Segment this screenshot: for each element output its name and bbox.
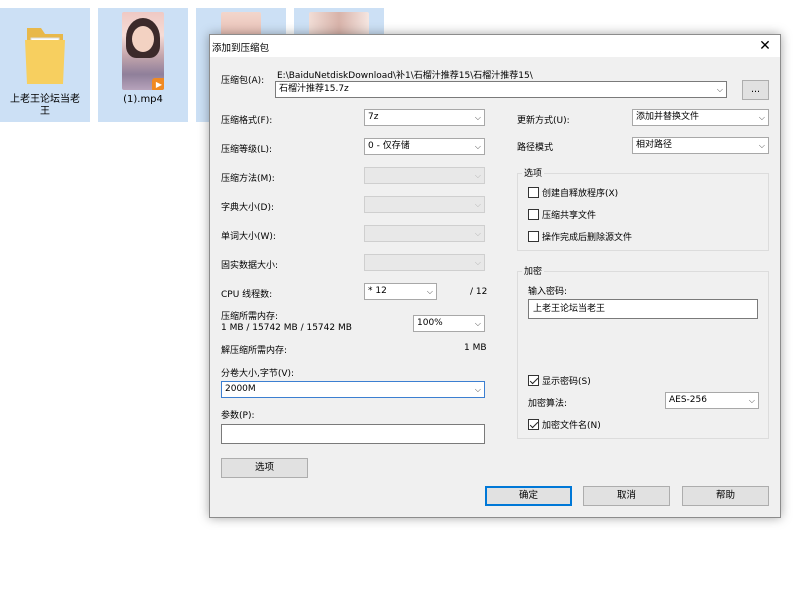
method-select[interactable]: ⌵ (364, 167, 485, 184)
level-value: 0 - 仅存储 (368, 141, 410, 151)
threads-max: / 12 (470, 287, 488, 297)
options-group-title: 选项 (522, 166, 545, 179)
mem-percent-select[interactable]: 100% ⌵ (413, 315, 485, 332)
solid-select[interactable]: ⌵ (364, 254, 485, 271)
chevron-down-icon: ⌵ (474, 142, 481, 151)
chevron-down-icon: ⌵ (758, 141, 765, 150)
encryption-group-title: 加密 (522, 264, 545, 277)
mem-comp-label: 压缩所需内存: (221, 312, 279, 322)
checkbox-icon (528, 187, 539, 198)
chevron-down-icon: ⌵ (474, 171, 481, 180)
level-label: 压缩等级(L): (221, 145, 273, 155)
chevron-down-icon: ⌵ (474, 319, 481, 328)
image-thumbnail (221, 12, 261, 36)
enc-method-value: AES-256 (669, 395, 707, 405)
dialog-title: 添加到压缩包 (212, 43, 270, 54)
delete-after-checkbox[interactable]: 操作完成后删除源文件 (528, 230, 632, 243)
sfx-checkbox[interactable]: 创建自释放程序(X) (528, 186, 618, 199)
video-thumbnail: ▶ (122, 12, 164, 90)
checkbox-icon (528, 231, 539, 242)
show-password-checkbox[interactable]: 显示密码(S) (528, 374, 591, 387)
chevron-down-icon: ⌵ (474, 229, 481, 238)
desktop-item-label: 上老王论坛当老 王 (10, 94, 80, 117)
desktop-item-folder[interactable]: 上老王论坛当老 王 (0, 8, 90, 122)
play-icon: ▶ (152, 78, 164, 90)
options-button[interactable]: 选项 (221, 458, 308, 478)
shared-label: 压缩共享文件 (542, 211, 597, 221)
mem-decomp-value: 1 MB (464, 343, 487, 353)
format-value: 7z (368, 112, 379, 122)
archive-name-combo[interactable]: 石榴汁推荐15.7z ⌵ (275, 81, 727, 98)
close-icon[interactable]: ✕ (750, 35, 780, 57)
params-input[interactable] (221, 424, 485, 444)
chevron-down-icon: ⌵ (748, 396, 755, 405)
enc-method-label: 加密算法: (528, 399, 568, 409)
dict-label: 字典大小(D): (221, 203, 274, 213)
method-label: 压缩方法(M): (221, 174, 275, 184)
show-password-label: 显示密码(S) (542, 377, 591, 387)
params-label: 参数(P): (221, 411, 255, 421)
threads-select[interactable]: * 12 ⌵ (364, 283, 437, 300)
enc-method-select[interactable]: AES-256 ⌵ (665, 392, 759, 409)
dialog-titlebar: 添加到压缩包 ✕ (210, 35, 780, 57)
update-label: 更新方式(U): (517, 116, 570, 126)
image-thumbnail (309, 12, 369, 36)
mem-comp-value: 1 MB / 15742 MB / 15742 MB (221, 323, 352, 333)
level-select[interactable]: 0 - 仅存储 ⌵ (364, 138, 485, 155)
split-label: 分卷大小,字节(V): (221, 369, 295, 379)
format-select[interactable]: 7z ⌵ (364, 109, 485, 126)
archive-name-value: 石榴汁推荐15.7z (279, 84, 349, 94)
shared-checkbox[interactable]: 压缩共享文件 (528, 208, 596, 221)
chevron-down-icon: ⌵ (426, 287, 433, 296)
path-mode-label: 路径模式 (517, 143, 554, 153)
delete-after-label: 操作完成后删除源文件 (542, 233, 633, 243)
word-select[interactable]: ⌵ (364, 225, 485, 242)
chevron-down-icon: ⌵ (474, 113, 481, 122)
chevron-down-icon: ⌵ (716, 85, 723, 94)
chevron-down-icon: ⌵ (474, 385, 481, 394)
threads-label: CPU 线程数: (221, 290, 273, 300)
password-label: 输入密码: (528, 287, 568, 297)
ok-button[interactable]: 确定 (485, 486, 572, 506)
desktop-item-label: (1).mp4 (123, 94, 163, 105)
format-label: 压缩格式(F): (221, 116, 273, 126)
chevron-down-icon: ⌵ (474, 200, 481, 209)
checkbox-icon (528, 209, 539, 220)
checkbox-checked-icon (528, 419, 539, 430)
cancel-button[interactable]: 取消 (583, 486, 670, 506)
chevron-down-icon: ⌵ (758, 113, 765, 122)
encrypt-names-label: 加密文件名(N) (542, 421, 601, 431)
archive-path: E:\BaiduNetdiskDownload\补1\石榴汁推荐15\石榴汁推荐… (277, 71, 533, 81)
path-mode-select[interactable]: 相对路径 ⌵ (632, 137, 769, 154)
mem-decomp-label: 解压缩所需内存: (221, 346, 288, 356)
update-select[interactable]: 添加并替换文件 ⌵ (632, 109, 769, 126)
split-value: 2000M (225, 384, 256, 394)
sfx-label: 创建自释放程序(X) (542, 189, 619, 199)
folder-icon (25, 28, 65, 84)
archive-label: 压缩包(A): (221, 76, 265, 86)
add-to-archive-dialog: 添加到压缩包 ✕ 压缩包(A): E:\BaiduNetdiskDownload… (209, 34, 781, 518)
chevron-down-icon: ⌵ (474, 258, 481, 267)
password-input[interactable]: 上老王论坛当老王 (528, 299, 758, 319)
path-mode-value: 相对路径 (636, 140, 673, 150)
dict-select[interactable]: ⌵ (364, 196, 485, 213)
encrypt-names-checkbox[interactable]: 加密文件名(N) (528, 418, 601, 431)
help-button[interactable]: 帮助 (682, 486, 769, 506)
desktop-item-video[interactable]: ▶ (1).mp4 (98, 8, 188, 122)
mem-percent-value: 100% (417, 318, 443, 328)
word-label: 单词大小(W): (221, 232, 276, 242)
split-combo[interactable]: 2000M ⌵ (221, 381, 485, 398)
threads-value: * 12 (368, 286, 387, 296)
browse-button[interactable]: ... (742, 80, 769, 100)
checkbox-checked-icon (528, 375, 539, 386)
update-value: 添加并替换文件 (636, 112, 700, 122)
solid-label: 固实数据大小: (221, 261, 279, 271)
